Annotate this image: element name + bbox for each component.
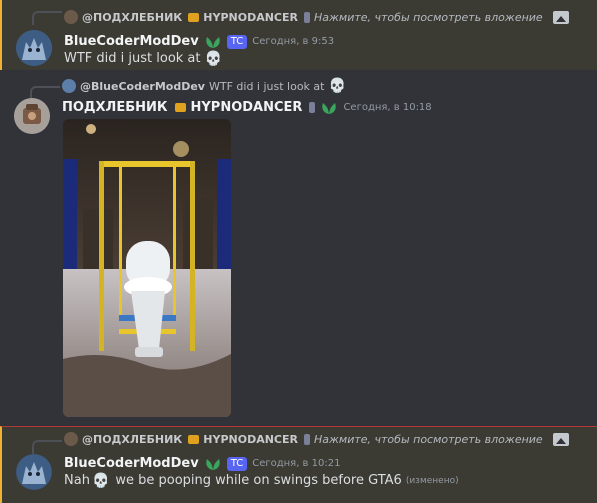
avatar-image bbox=[16, 454, 52, 490]
reply-author[interactable]: @ПОДХЛЕБНИК bbox=[82, 11, 182, 24]
dancer-badge-icon bbox=[303, 433, 310, 445]
server-tag[interactable]: TC bbox=[226, 456, 248, 471]
reply-author[interactable]: @ПОДХЛЕБНИК bbox=[82, 433, 182, 446]
reply-avatar bbox=[64, 10, 78, 24]
attachment-image bbox=[63, 119, 231, 417]
message-3: @ПОДХЛЕБНИК HYPNODANCER Нажмите, чтобы п… bbox=[0, 426, 597, 503]
message-header: BlueCoderModDev TC Сегодня, в 10:21 bbox=[64, 456, 340, 471]
image-icon bbox=[552, 10, 569, 24]
nitro-leaf-icon bbox=[322, 102, 337, 114]
username[interactable]: BlueCoderModDev bbox=[64, 456, 199, 471]
skull-emoji-icon[interactable]: 💀 bbox=[205, 52, 222, 66]
reply-author-2: HYPNODANCER bbox=[203, 10, 298, 24]
message-header: BlueCoderModDev TC Сегодня, в 9:53 bbox=[64, 34, 334, 49]
timestamp[interactable]: Сегодня, в 9:53 bbox=[252, 36, 334, 47]
server-tag[interactable]: TC bbox=[226, 34, 248, 49]
avatar[interactable] bbox=[16, 454, 52, 490]
username[interactable]: ПОДХЛЕБНИК bbox=[62, 100, 168, 115]
username[interactable]: BlueCoderModDev bbox=[64, 34, 199, 49]
message-content: WTF did i just look at 💀 bbox=[64, 51, 222, 66]
avatar[interactable] bbox=[16, 30, 52, 66]
video-attachment[interactable] bbox=[63, 119, 231, 417]
image-icon bbox=[552, 432, 569, 446]
reply-text[interactable]: WTF did i just look at bbox=[209, 80, 325, 93]
reply-connector bbox=[32, 11, 62, 25]
timestamp[interactable]: Сегодня, в 10:21 bbox=[252, 458, 340, 469]
dancer-badge-icon bbox=[303, 11, 310, 23]
yellow-badge-icon bbox=[188, 12, 200, 22]
edited-label: (изменено) bbox=[405, 475, 459, 486]
dancer-badge-icon bbox=[309, 102, 316, 113]
avatar-image bbox=[16, 30, 52, 66]
skull-emoji-icon[interactable]: 💀 bbox=[92, 474, 109, 488]
message-text-after: we be pooping while on swings before GTA… bbox=[115, 473, 402, 488]
reply-text[interactable]: Нажмите, чтобы посмотреть вложение bbox=[314, 433, 543, 446]
message-header: ПОДХЛЕБНИК HYPNODANCER Сегодня, в 10:18 bbox=[62, 100, 432, 115]
reply-preview[interactable]: @BlueCoderModDev WTF did i just look at … bbox=[62, 77, 346, 95]
reply-text[interactable]: Нажмите, чтобы посмотреть вложение bbox=[314, 11, 543, 24]
message-text: WTF did i just look at bbox=[64, 51, 201, 66]
reply-connector bbox=[32, 440, 62, 454]
message-text-before: Nah bbox=[64, 473, 90, 488]
reply-preview[interactable]: @ПОДХЛЕБНИК HYPNODANCER Нажмите, чтобы п… bbox=[64, 8, 569, 26]
reply-author[interactable]: @BlueCoderModDev bbox=[80, 80, 205, 93]
message-content: Nah 💀 we be pooping while on swings befo… bbox=[64, 473, 459, 488]
avatar[interactable] bbox=[14, 98, 50, 134]
reply-avatar bbox=[62, 79, 76, 93]
reply-avatar bbox=[64, 432, 78, 446]
yellow-badge-icon bbox=[188, 434, 200, 444]
reply-author-2: HYPNODANCER bbox=[203, 432, 298, 446]
skull-emoji-icon: 💀 bbox=[328, 78, 346, 94]
avatar-image bbox=[14, 98, 50, 134]
message-1: @ПОДХЛЕБНИК HYPNODANCER Нажмите, чтобы п… bbox=[0, 0, 597, 70]
nitro-leaf-icon bbox=[205, 36, 220, 48]
reply-preview[interactable]: @ПОДХЛЕБНИК HYPNODANCER Нажмите, чтобы п… bbox=[64, 430, 569, 448]
nitro-leaf-icon bbox=[205, 458, 220, 470]
yellow-badge-icon bbox=[174, 103, 186, 112]
username-2[interactable]: HYPNODANCER bbox=[191, 100, 303, 115]
timestamp[interactable]: Сегодня, в 10:18 bbox=[343, 102, 431, 113]
